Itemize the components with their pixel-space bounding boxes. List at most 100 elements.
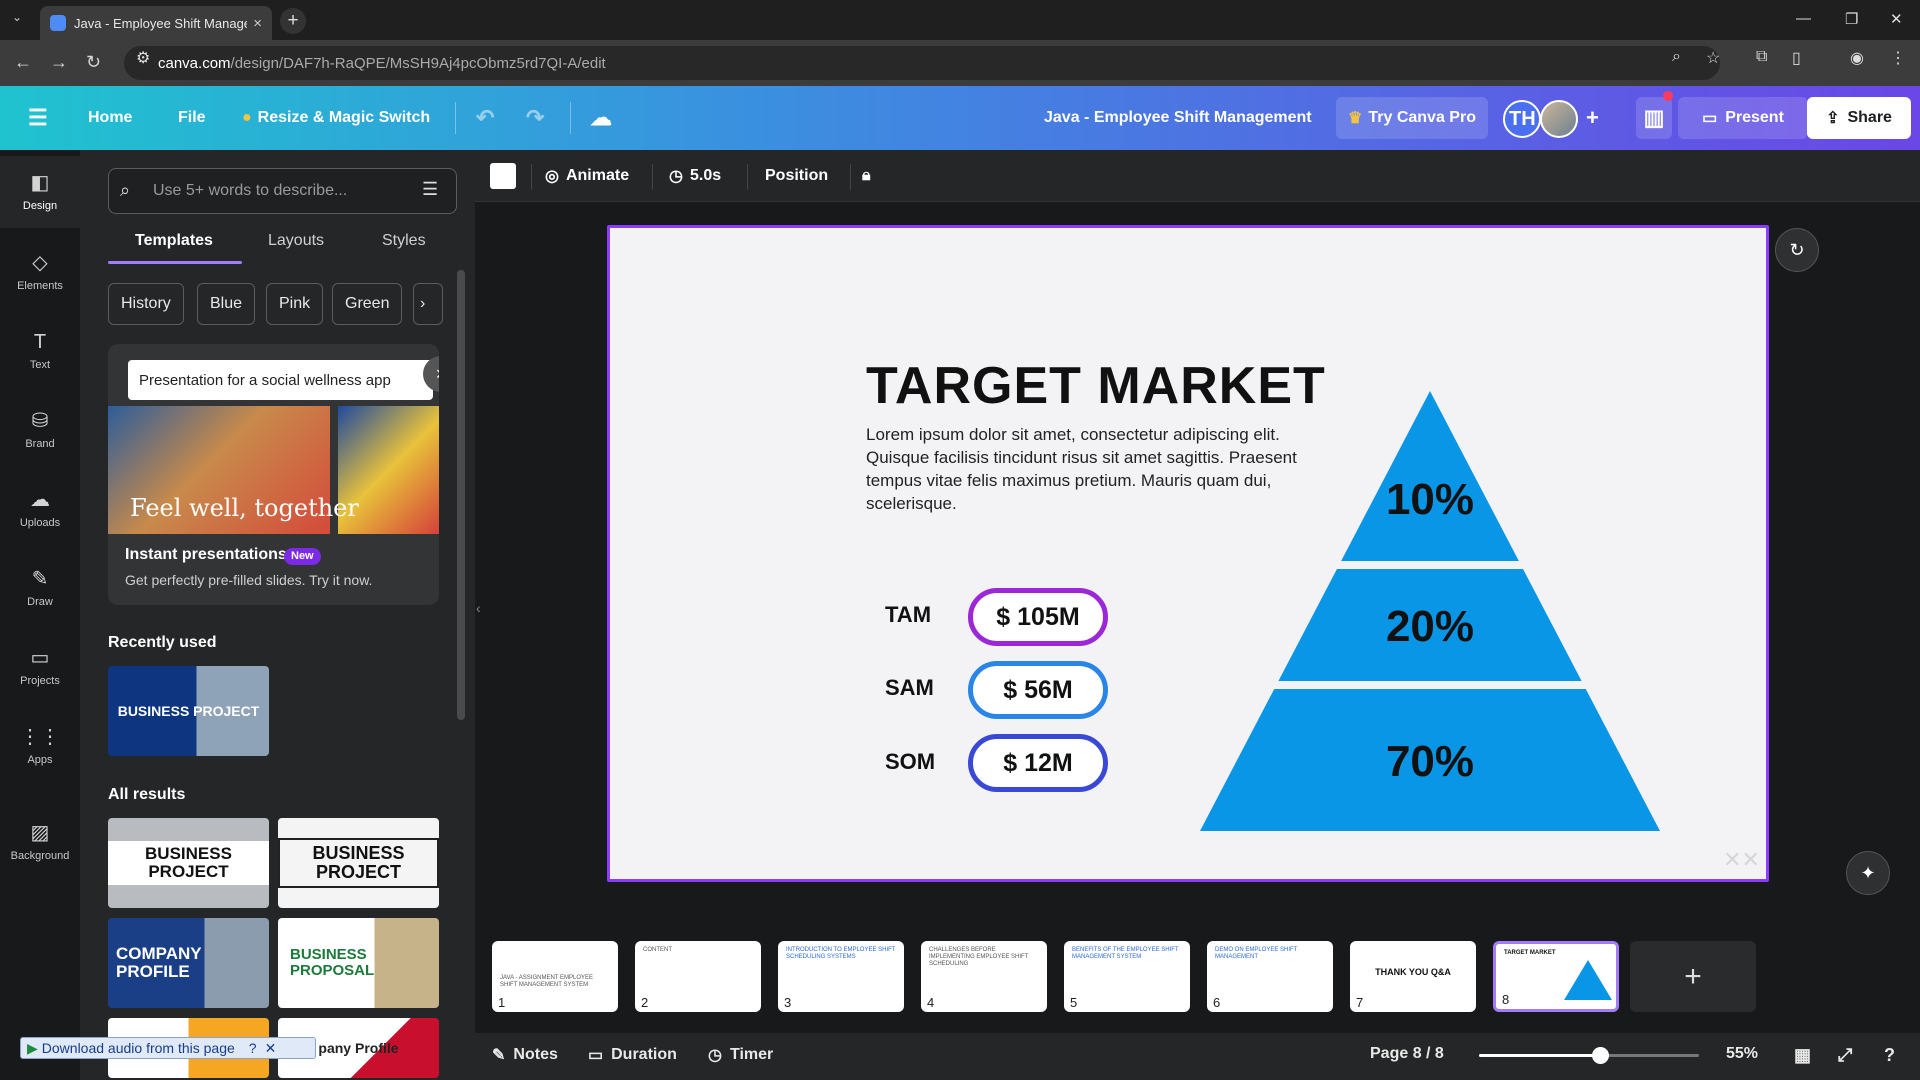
filter-icon[interactable]: ☰ bbox=[422, 179, 438, 200]
profile-icon[interactable]: ◉ bbox=[1850, 48, 1864, 68]
template-thumb[interactable]: BUSINESS PROPOSAL bbox=[278, 918, 439, 1008]
rail-item-brand[interactable]: ⛁ Brand bbox=[0, 394, 80, 466]
pyramid-label-1[interactable]: 10% bbox=[1386, 475, 1474, 524]
grid-view-icon[interactable]: ▦ bbox=[1794, 1045, 1811, 1066]
rail-item-text[interactable]: T Text bbox=[0, 315, 80, 387]
collaborator-avatar[interactable] bbox=[1540, 100, 1578, 138]
tab-layouts[interactable]: Layouts bbox=[268, 232, 324, 250]
comment-add-icon[interactable]: ↻ bbox=[1775, 228, 1819, 272]
redo-icon[interactable]: ↷ bbox=[526, 86, 544, 150]
duration-footer-button[interactable]: ▭ Duration bbox=[588, 1045, 677, 1065]
url-field[interactable]: canva.com/design/DAF7h-RaQPE/MsSH9Aj4pcO… bbox=[124, 46, 1720, 80]
template-thumb[interactable]: BUSINESS PROJECT bbox=[278, 818, 439, 908]
back-icon[interactable]: ← bbox=[14, 52, 32, 73]
try-canva-pro-button[interactable]: ♛ Try Canva Pro bbox=[1336, 97, 1488, 139]
file-menu-button[interactable]: File bbox=[178, 86, 206, 150]
panel-scrollbar[interactable] bbox=[457, 270, 465, 720]
zoom-slider-handle[interactable] bbox=[1592, 1047, 1609, 1064]
browser-menu-icon[interactable]: ⋮ bbox=[1890, 48, 1906, 68]
new-tab-button[interactable]: + bbox=[280, 8, 306, 34]
zoom-level[interactable]: 55% bbox=[1726, 1045, 1758, 1063]
page-thumb-1[interactable]: JAVA - ASSIGNMENT EMPLOYEE SHIFT MANAGEM… bbox=[492, 941, 618, 1012]
pyramid-label-3[interactable]: 70% bbox=[1386, 737, 1474, 786]
add-page-button[interactable]: + bbox=[1630, 941, 1756, 1012]
add-collaborator-icon[interactable]: + bbox=[1586, 86, 1599, 150]
market-value-som[interactable]: $ 12M bbox=[968, 734, 1108, 792]
rail-item-background[interactable]: ▨ Background bbox=[0, 806, 80, 878]
market-value-tam[interactable]: $ 105M bbox=[968, 588, 1108, 646]
resize-magic-switch-button[interactable]: ● Resize & Magic Switch bbox=[242, 86, 430, 150]
rail-item-draw[interactable]: ✎ Draw bbox=[0, 552, 80, 624]
background-color-swatch[interactable] bbox=[490, 163, 516, 189]
help-icon[interactable]: ? bbox=[249, 1040, 257, 1056]
recent-template-thumb[interactable]: BUSINESS PROJECT bbox=[108, 666, 269, 756]
chip-history[interactable]: History bbox=[108, 283, 184, 325]
download-audio-bar[interactable]: ▶ Download audio from this page ? ✕ bbox=[20, 1037, 316, 1059]
template-thumb[interactable]: BUSINESS PROJECT bbox=[108, 818, 269, 908]
share-button[interactable]: ⇪ Share bbox=[1807, 97, 1911, 139]
rail-item-elements[interactable]: ◇ Elements bbox=[0, 236, 80, 308]
fullscreen-icon[interactable]: ⤢ bbox=[1838, 1045, 1852, 1066]
forward-icon[interactable]: → bbox=[50, 52, 68, 73]
help-icon[interactable]: ? bbox=[1884, 1045, 1895, 1066]
template-search-input[interactable]: Use 5+ words to describe... bbox=[108, 168, 457, 214]
restore-icon[interactable]: ❐ bbox=[1845, 10, 1858, 28]
page-thumb-6[interactable]: DEMO ON EMPLOYEE SHIFT MANAGEMENT 6 bbox=[1207, 941, 1333, 1012]
rail-item-uploads[interactable]: ☁ Uploads bbox=[0, 473, 80, 545]
page-thumb-8[interactable]: TARGET MARKET 8 bbox=[1493, 941, 1619, 1012]
bookmark-star-icon[interactable]: ☆ bbox=[1706, 48, 1720, 68]
page-thumb-4[interactable]: CHALLENGES BEFORE IMPLEMENTING EMPLOYEE … bbox=[921, 941, 1047, 1012]
template-thumb[interactable]: COMPANY PROFILE bbox=[108, 918, 269, 1008]
market-value-sam[interactable]: $ 56M bbox=[968, 661, 1108, 719]
rail-item-design[interactable]: ◧ Design bbox=[0, 156, 80, 228]
promo-prompt-field[interactable]: Presentation for a social wellness app bbox=[128, 360, 433, 400]
lock-icon[interactable]: 🔒︎ bbox=[862, 150, 871, 202]
home-button[interactable]: Home bbox=[88, 86, 132, 150]
tab-close-icon[interactable]: × bbox=[253, 15, 262, 32]
minimize-icon[interactable]: — bbox=[1796, 10, 1811, 27]
extensions-icon[interactable]: ⧉ bbox=[1756, 48, 1767, 66]
page-thumb-7[interactable]: THANK YOU Q&A 7 bbox=[1350, 941, 1476, 1012]
market-label-tam[interactable]: TAM bbox=[885, 602, 931, 628]
timer-button[interactable]: ◷ Timer bbox=[708, 1045, 773, 1065]
duration-button[interactable]: ◷ 5.0s bbox=[669, 150, 721, 202]
undo-icon[interactable]: ↶ bbox=[476, 86, 494, 150]
insights-chart-icon[interactable]: ▥ bbox=[1636, 97, 1672, 139]
site-info-icon[interactable]: ⚙ bbox=[136, 48, 150, 68]
document-title[interactable]: Java - Employee Shift Management bbox=[1044, 86, 1312, 150]
page-thumb-2[interactable]: CONTENT 2 bbox=[635, 941, 761, 1012]
tab-styles[interactable]: Styles bbox=[382, 232, 426, 250]
cloud-saved-icon[interactable]: ☁ bbox=[590, 86, 612, 150]
instant-presentations-card[interactable]: Presentation for a social wellness app ×… bbox=[108, 344, 439, 605]
position-button[interactable]: Position bbox=[765, 150, 828, 202]
animate-button[interactable]: ◎ Animate bbox=[545, 150, 629, 202]
chips-next-icon[interactable]: › bbox=[413, 283, 443, 325]
close-window-icon[interactable]: ✕ bbox=[1890, 10, 1903, 28]
reload-icon[interactable]: ↻ bbox=[86, 52, 101, 73]
chip-blue[interactable]: Blue bbox=[197, 283, 256, 325]
zoom-icon[interactable]: ⌕ bbox=[1672, 48, 1681, 66]
chip-green[interactable]: Green bbox=[332, 283, 403, 325]
browser-tab[interactable]: Java - Employee Shift Managem × bbox=[40, 6, 272, 40]
page-thumb-3[interactable]: INTRODUCTION TO EMPLOYEE SHIFT SCHEDULIN… bbox=[778, 941, 904, 1012]
tab-list-chevron-icon[interactable]: ⌄ bbox=[12, 10, 22, 24]
chip-pink[interactable]: Pink bbox=[266, 283, 324, 325]
pyramid-label-2[interactable]: 20% bbox=[1386, 602, 1474, 651]
user-avatar[interactable]: TH bbox=[1503, 100, 1541, 138]
market-label-sam[interactable]: SAM bbox=[885, 675, 934, 701]
page-indicator[interactable]: Page 8 / 8 bbox=[1370, 1045, 1444, 1063]
tab-templates[interactable]: Templates bbox=[135, 232, 213, 250]
side-panel-icon[interactable]: ▯ bbox=[1792, 48, 1801, 68]
close-icon[interactable]: ✕ bbox=[265, 1040, 277, 1057]
page-thumb-5[interactable]: BENEFITS OF THE EMPLOYEE SHIFT MANAGEMEN… bbox=[1064, 941, 1190, 1012]
menu-hamburger-icon[interactable]: ☰ bbox=[28, 86, 48, 150]
collapse-panel-icon[interactable]: ‹ bbox=[476, 600, 481, 616]
market-pyramid[interactable]: 10% 20% 70% bbox=[1200, 391, 1660, 831]
magic-assistant-icon[interactable]: ✦ bbox=[1846, 851, 1890, 895]
rail-item-apps[interactable]: ⋮⋮ Apps bbox=[0, 710, 80, 782]
market-label-som[interactable]: SOM bbox=[885, 749, 935, 775]
notes-button[interactable]: ✎ Notes bbox=[492, 1045, 558, 1065]
slide-canvas[interactable]: TARGET MARKET Lorem ipsum dolor sit amet… bbox=[607, 225, 1769, 882]
rail-item-projects[interactable]: ▭ Projects bbox=[0, 631, 80, 703]
present-button[interactable]: ▭ Present bbox=[1678, 97, 1808, 139]
